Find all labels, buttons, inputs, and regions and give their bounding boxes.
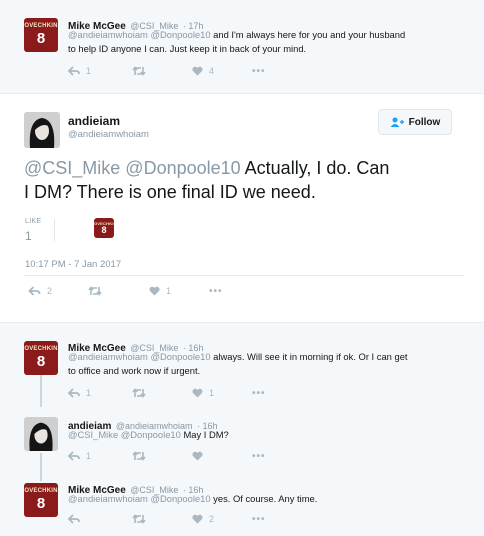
like-button[interactable]	[192, 451, 203, 461]
heart-icon	[192, 451, 203, 461]
more-icon: •••	[209, 286, 223, 297]
retweet-icon	[132, 514, 146, 524]
tweet-mentions[interactable]: @CSI_Mike @Donpoole10	[68, 429, 181, 440]
previous-tweet[interactable]: OVECHKIN 8 Mike McGee @CSI_Mike · 17h @a…	[0, 0, 484, 94]
retweet-button[interactable]	[132, 451, 146, 461]
tweet-timestamp[interactable]: 10:17 PM - 7 Jan 2017	[25, 259, 121, 270]
heart-icon	[192, 388, 203, 398]
reply-icon	[68, 514, 80, 524]
tweet-mentions[interactable]: @andieiamwhoiam @Donpoole10	[68, 493, 211, 504]
reply-button[interactable]: 1	[68, 388, 91, 398]
tweet-text: @andieiamwhoiam @Donpoole10 and I'm alwa…	[68, 29, 406, 54]
avatar[interactable]	[24, 112, 60, 148]
tweet-actions: 1 4 •••	[68, 66, 288, 80]
divider	[54, 219, 55, 241]
tweet-mentions[interactable]: @andieiamwhoiam @Donpoole10	[68, 29, 211, 40]
follow-button[interactable]: Follow	[378, 109, 452, 135]
retweet-button[interactable]	[132, 66, 146, 76]
author-handle[interactable]: @andieiamwhoiam	[68, 129, 149, 140]
avatar[interactable]: OVECHKIN 8	[24, 483, 58, 517]
reply-button[interactable]: 1	[68, 66, 91, 76]
more-icon: •••	[252, 388, 266, 399]
like-count: 1	[209, 388, 215, 398]
jersey-name: OVECHKIN	[24, 23, 58, 29]
reply-icon	[28, 286, 41, 296]
tweet-mentions[interactable]: @CSI_Mike @Donpoole10	[24, 158, 241, 178]
author-name[interactable]: andieiam	[68, 114, 120, 128]
tweet-mentions[interactable]: @andieiamwhoiam @Donpoole10	[68, 351, 211, 362]
like-button[interactable]: 1	[192, 388, 214, 398]
reply-icon	[68, 66, 80, 76]
divider	[24, 275, 464, 276]
retweet-icon	[132, 66, 146, 76]
more-icon: •••	[252, 514, 266, 525]
reply-button[interactable]: 1	[68, 451, 91, 461]
more-icon: •••	[252, 451, 266, 462]
replies-section: OVECHKIN 8 Mike McGee @CSI_Mike · 16h @a…	[0, 322, 484, 536]
avatar[interactable]	[24, 417, 58, 451]
heart-icon	[149, 286, 160, 296]
more-button[interactable]: •••	[252, 66, 266, 77]
avatar[interactable]: OVECHKIN 8	[24, 18, 58, 52]
more-button[interactable]: •••	[252, 514, 266, 525]
more-button[interactable]: •••	[252, 388, 266, 399]
retweet-icon	[88, 286, 102, 296]
like-count: 4	[209, 66, 215, 76]
reply-button[interactable]	[68, 514, 80, 524]
like-count: 2	[209, 514, 215, 524]
heart-icon	[192, 514, 203, 524]
heart-icon	[192, 66, 203, 76]
thread-line	[40, 453, 42, 481]
tweet-text: @andieiamwhoiam @Donpoole10 yes. Of cour…	[68, 493, 318, 504]
reply-icon	[68, 388, 80, 398]
reply-count: 1	[86, 66, 92, 76]
retweet-icon	[132, 451, 146, 461]
like-stat-count[interactable]: 1	[25, 229, 32, 243]
tweet-actions: 1 1 •••	[68, 388, 288, 402]
like-button[interactable]: 4	[192, 66, 214, 76]
like-button[interactable]: 2	[192, 514, 214, 524]
retweet-button[interactable]	[132, 388, 146, 398]
like-count: 1	[166, 286, 172, 296]
more-button[interactable]: •••	[252, 451, 266, 462]
focused-tweet: andieiam @andieiamwhoiam Follow @CSI_Mik…	[0, 95, 484, 322]
retweet-button[interactable]	[132, 514, 146, 524]
like-stat-label: LIKE	[25, 218, 42, 225]
tweet-text: @CSI_Mike @Donpoole10 Actually, I do. Ca…	[24, 158, 390, 202]
tweet-text: @CSI_Mike @Donpoole10 May I DM?	[68, 429, 229, 440]
more-button[interactable]: •••	[209, 286, 223, 297]
reply-count: 1	[86, 451, 92, 461]
liker-avatar[interactable]: OVECHKIN 8	[94, 218, 114, 238]
retweet-icon	[132, 388, 146, 398]
reply-icon	[68, 451, 80, 461]
tweet-actions: 2 •••	[68, 514, 288, 528]
reply-count: 1	[86, 388, 92, 398]
jersey-number: 8	[36, 30, 46, 47]
follow-label: Follow	[408, 116, 441, 128]
tweet-text: @andieiamwhoiam @Donpoole10 always. Will…	[68, 351, 408, 376]
avatar[interactable]: OVECHKIN 8	[24, 341, 58, 375]
retweet-button[interactable]	[88, 286, 102, 296]
thread-line	[40, 373, 42, 407]
tweet-actions: 2 1 •••	[28, 286, 248, 300]
tweet-actions: 1 •••	[68, 451, 288, 465]
reply-count: 2	[47, 286, 53, 296]
follow-icon	[390, 117, 404, 127]
like-button[interactable]: 1	[149, 286, 171, 296]
reply-button[interactable]: 2	[28, 286, 52, 296]
more-icon: •••	[252, 66, 266, 77]
